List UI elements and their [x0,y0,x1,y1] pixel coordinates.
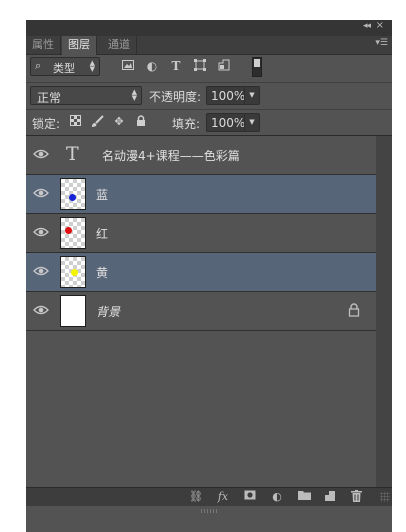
shape-filter-icon[interactable] [193,59,207,73]
select-arrows-icon: ▲ ▼ [131,88,137,102]
lock-transparent-pixels-icon[interactable] [68,115,82,129]
blend-mode-select[interactable]: 正常 ▲ ▼ [30,86,142,105]
layers-panel: ◂◂ × 属性 图层 通道 ▾☰ ⌕ 类型 ▲ ▼ ◐ T 正常 ▲ ▼ 不透明… [26,20,392,532]
fill-label: 填充: [172,117,201,131]
red-dot [65,227,72,234]
tab-channels[interactable]: 通道 [102,36,137,54]
close-icon[interactable]: × [376,20,384,31]
opacity-value: 100% [211,89,246,103]
new-layer-icon[interactable] [322,490,338,504]
panel-title-strip: ◂◂ × [26,20,392,36]
opacity-label: 不透明度: [149,90,202,104]
type-filter-icon[interactable]: T [169,59,183,73]
add-mask-icon[interactable] [242,490,258,504]
panel-menu-icon[interactable]: ▾☰ [375,38,388,48]
layer-row-background[interactable]: 背景 [26,292,376,331]
resize-grip[interactable] [380,492,390,502]
layer-name[interactable]: 黄 [96,264,108,281]
brush-icon[interactable] [90,115,104,129]
smart-object-filter-icon[interactable] [217,59,231,73]
filter-bar: ⌕ 类型 ▲ ▼ ◐ T [26,54,392,83]
trash-icon[interactable] [348,490,364,504]
layer-thumbnail[interactable] [60,256,86,288]
tab-layers[interactable]: 图层 [62,36,97,55]
eye-icon[interactable] [33,186,49,200]
adjustment-filter-icon[interactable]: ◐ [145,59,159,73]
yellow-dot [71,269,78,276]
panel-footer: ⛓ fx ◐ [26,487,392,506]
lock-label: 锁定: [32,117,61,131]
select-arrows-icon: ▲ ▼ [89,59,95,73]
filter-toggle[interactable] [252,57,262,77]
filter-kind-label: 类型 [53,62,75,75]
layer-row-yellow[interactable]: 黄 [26,253,376,292]
layer-name[interactable]: 蓝 [96,186,108,203]
adjustment-layer-icon[interactable]: ◐ [269,490,285,504]
tab-properties[interactable]: 属性 [26,36,61,54]
layer-row-blue[interactable]: 蓝 [26,175,376,214]
filter-kind-select[interactable]: ⌕ 类型 ▲ ▼ [30,57,100,76]
eye-icon[interactable] [33,147,49,161]
move-icon[interactable]: ✥ [112,115,126,129]
link-icon[interactable]: ⛓ [188,490,204,504]
collapse-panel-icon[interactable]: ◂◂ [363,21,371,31]
lock-icon [348,303,360,317]
blue-dot [69,194,76,201]
fill-field[interactable]: 100% ▼ [206,113,260,132]
layer-thumbnail[interactable] [60,217,86,249]
layer-name[interactable]: 背景 [96,303,120,320]
layer-row-text[interactable]: T 名动漫4+课程——色彩篇 [26,136,376,175]
layer-row-red[interactable]: 红 [26,214,376,253]
layer-thumbnail[interactable] [60,178,86,210]
panel-tabs: 属性 图层 通道 ▾☰ [26,36,392,55]
eye-icon[interactable] [33,264,49,278]
layer-name[interactable]: 红 [96,225,108,242]
chevron-down-icon[interactable]: ▼ [244,87,259,104]
scrollbar[interactable] [376,136,392,487]
opacity-field[interactable]: 100% ▼ [206,86,260,105]
search-icon: ⌕ [35,59,42,72]
blend-mode-value: 正常 [37,91,62,105]
image-filter-icon[interactable] [121,59,135,73]
layer-name[interactable]: 名动漫4+课程——色彩篇 [102,147,240,164]
blend-bar: 正常 ▲ ▼ 不透明度: 100% ▼ [26,83,392,110]
layers-list: T 名动漫4+课程——色彩篇 蓝 红 黄 背景 [26,136,392,487]
fill-value: 100% [211,116,246,130]
type-layer-icon: T [66,143,79,165]
chevron-down-icon[interactable]: ▼ [244,114,259,131]
folder-icon[interactable] [296,490,312,504]
lock-icon[interactable] [134,115,148,129]
eye-icon[interactable] [33,225,49,239]
fx-icon[interactable]: fx [215,490,231,504]
panel-drag-grip[interactable] [201,509,219,513]
eye-icon[interactable] [33,303,49,317]
layer-thumbnail[interactable] [60,295,86,327]
lock-bar: 锁定: ✥ 填充: 100% ▼ [26,110,392,136]
